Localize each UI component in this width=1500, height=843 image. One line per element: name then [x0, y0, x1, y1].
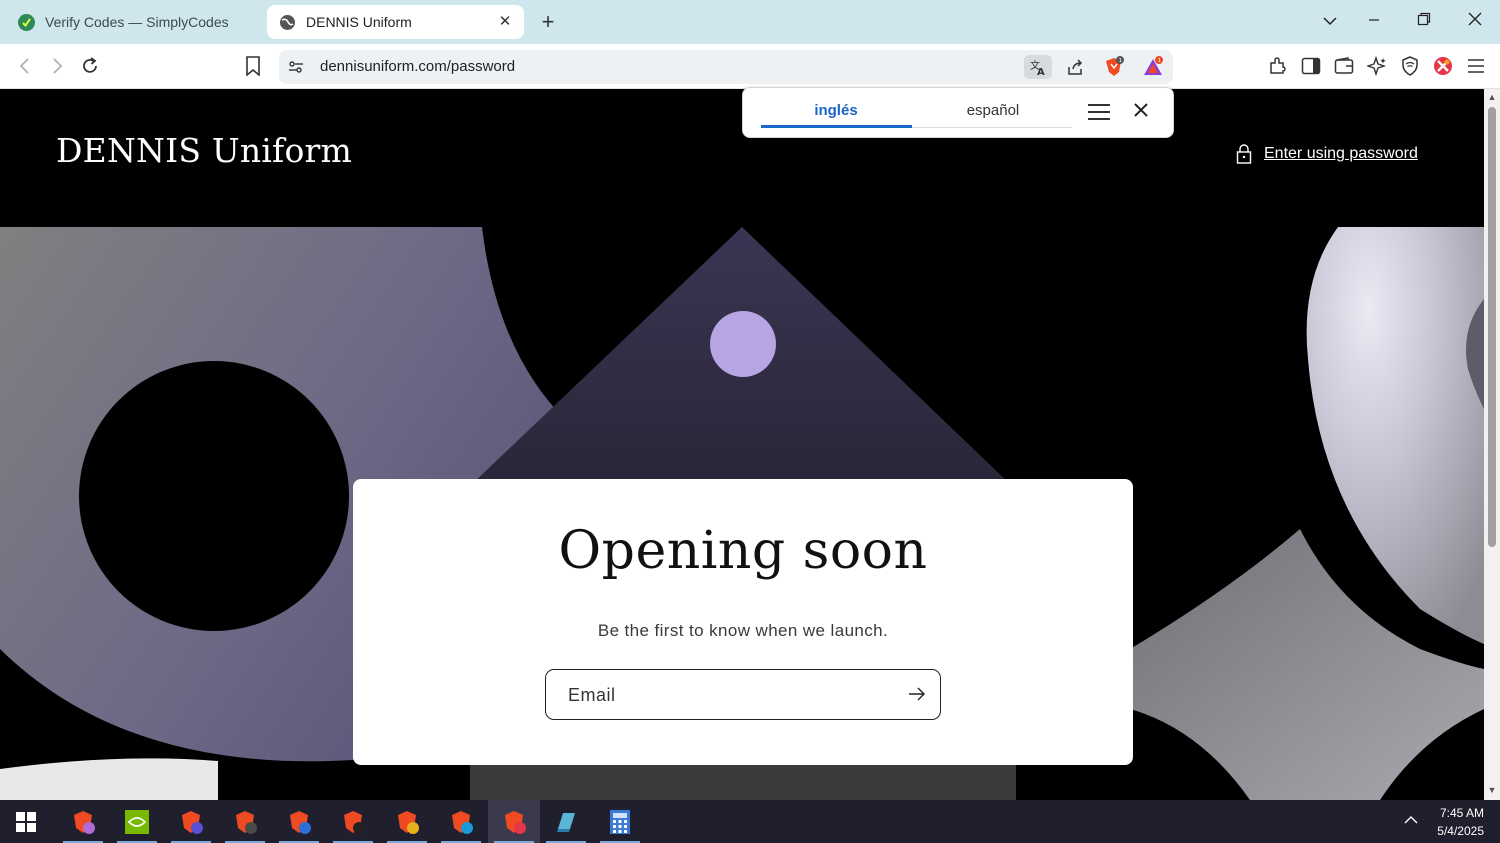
bookmark-button[interactable] [241, 54, 265, 78]
brave-browser-icon [344, 810, 365, 834]
simplycodes-favicon-icon [18, 13, 35, 31]
scroll-thumb[interactable] [1488, 107, 1496, 547]
new-tab-button[interactable]: + [537, 11, 559, 33]
tab-title: Verify Codes — SimplyCodes [45, 14, 229, 30]
reload-button[interactable] [78, 54, 102, 78]
translate-icon[interactable]: 文A [1024, 55, 1052, 79]
show-hidden-icons-chevron-icon[interactable] [1402, 812, 1420, 830]
clock-time: 7:45 AM [1439, 806, 1484, 820]
brave-browser-icon [505, 810, 526, 834]
taskbar-brave-profile-1[interactable] [57, 800, 109, 843]
globe-icon [279, 14, 296, 31]
web-page: DENNIS Uniform Enter using password Open… [0, 89, 1484, 800]
url-text[interactable]: dennisuniform.com/password [320, 58, 515, 75]
wallet-icon[interactable] [1332, 54, 1356, 78]
brave-browser-icon [182, 810, 203, 834]
notes-app-icon [557, 812, 575, 832]
tab-simplycodes[interactable]: Verify Codes — SimplyCodes [8, 5, 262, 39]
brave-browser-icon [236, 810, 257, 834]
tab-target-language[interactable]: español [918, 102, 1068, 119]
brave-badge-count: 1 [1119, 58, 1123, 64]
calculator-icon [610, 809, 630, 834]
email-input[interactable] [568, 682, 888, 708]
vpn-shield-icon[interactable] [1398, 54, 1422, 78]
page-scrollbar[interactable]: ▲ ▼ [1484, 89, 1500, 800]
nvidia-icon [125, 809, 149, 834]
address-bar[interactable]: dennisuniform.com/password 文A 1 1 [279, 50, 1173, 84]
close-tab-icon[interactable]: ✕ [496, 13, 514, 31]
tab-divider [912, 127, 1072, 128]
back-button[interactable] [13, 54, 37, 78]
close-window-button[interactable] [1463, 10, 1487, 34]
brave-rewards-icon[interactable]: 1 [1140, 55, 1166, 79]
brave-shields-icon[interactable]: 1 [1101, 55, 1127, 79]
lock-icon [1236, 144, 1252, 164]
leo-ai-icon[interactable] [1365, 54, 1389, 78]
taskbar-nvidia[interactable] [111, 800, 163, 843]
translate-options-menu-icon[interactable] [1087, 102, 1111, 122]
taskbar-brave-profile-6[interactable] [381, 800, 433, 843]
enter-password-label[interactable]: Enter using password [1264, 145, 1418, 163]
close-translate-icon[interactable] [1131, 100, 1151, 122]
tab-title: DENNIS Uniform [306, 14, 412, 30]
email-field[interactable] [545, 669, 941, 720]
taskbar-brave-profile-7[interactable] [435, 800, 487, 843]
taskbar-calculator[interactable] [594, 800, 646, 843]
taskbar-brave-profile-5[interactable] [327, 800, 379, 843]
brave-browser-icon [398, 810, 419, 834]
brave-browser-icon [452, 810, 473, 834]
forward-button[interactable] [45, 54, 69, 78]
sidebar-icon[interactable] [1299, 54, 1323, 78]
windows-taskbar: 7:45 AM 5/4/2025 [0, 800, 1500, 843]
system-clock[interactable]: 7:45 AM 5/4/2025 [1437, 804, 1484, 840]
site-settings-icon[interactable] [283, 55, 309, 79]
tab-strip: Verify Codes — SimplyCodes DENNIS Unifor… [0, 0, 1500, 44]
svg-text:A: A [1037, 67, 1045, 76]
start-button[interactable] [0, 800, 52, 843]
browser-toolbar: dennisuniform.com/password 文A 1 1 [0, 44, 1500, 89]
tab-search-chevron-icon[interactable] [1318, 10, 1342, 34]
brave-browser-icon [290, 810, 311, 834]
enter-password-link[interactable]: Enter using password [1236, 144, 1418, 164]
taskbar-notes-app[interactable] [540, 800, 592, 843]
brave-browser-icon [74, 810, 95, 834]
windows-logo-icon [16, 811, 36, 832]
main-menu-icon[interactable] [1464, 54, 1488, 78]
subscribe-arrow-icon[interactable] [906, 684, 928, 706]
scroll-up-arrow-icon[interactable]: ▲ [1487, 92, 1497, 102]
restore-button[interactable] [1412, 10, 1436, 34]
site-title[interactable]: DENNIS Uniform [56, 131, 352, 170]
opening-soon-heading: Opening soon [558, 521, 928, 581]
newsletter-card: Opening soon Be the first to know when w… [353, 479, 1133, 765]
tab-dennis-uniform[interactable]: DENNIS Uniform ✕ [267, 5, 524, 39]
share-icon[interactable] [1062, 55, 1088, 79]
taskbar-brave-profile-8-active[interactable] [488, 800, 540, 843]
extension-app-icon[interactable] [1431, 54, 1455, 78]
translate-bar: inglés español [742, 87, 1174, 138]
rewards-badge-count: 1 [1158, 58, 1162, 64]
selected-tab-indicator [761, 125, 912, 128]
taskbar-brave-profile-4[interactable] [273, 800, 325, 843]
scroll-down-arrow-icon[interactable]: ▼ [1487, 785, 1497, 795]
launch-subtitle: Be the first to know when we launch. [597, 621, 889, 640]
taskbar-brave-profile-3[interactable] [219, 800, 271, 843]
extensions-icon[interactable] [1266, 54, 1290, 78]
minimize-button[interactable] [1362, 10, 1386, 34]
clock-date: 5/4/2025 [1437, 824, 1484, 838]
taskbar-brave-profile-2[interactable] [165, 800, 217, 843]
tab-source-language[interactable]: inglés [761, 102, 911, 119]
